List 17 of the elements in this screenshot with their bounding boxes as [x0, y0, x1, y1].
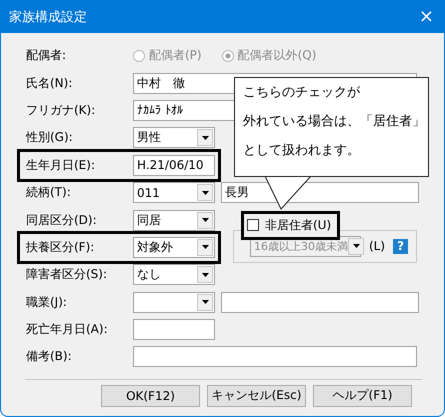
- field-label: 死亡年月日(A):: [26, 321, 109, 338]
- field-label: 配偶者:: [26, 47, 68, 64]
- callout-text: こちらのチェックが: [243, 84, 361, 102]
- callout-text: として扱われます。: [243, 142, 361, 160]
- field-label: 同居区分(D):: [26, 212, 98, 229]
- field-label: 扶養区分(F):: [26, 238, 96, 256]
- callout-text: 外れている場合は、「居住者」: [243, 113, 420, 131]
- field-label: 氏名(N):: [26, 74, 74, 92]
- field-label: フリガナ(K):: [26, 102, 96, 119]
- field-label: 備考(B):: [26, 348, 73, 366]
- window-title: 家族構成設定: [9, 9, 87, 26]
- field-label: 性別(G):: [26, 129, 74, 146]
- shortcut-label: (L): [369, 239, 386, 254]
- field-label: 障害者区分(S):: [26, 266, 108, 284]
- field-label: 職業(J):: [26, 294, 68, 311]
- field-label: 生年月日(E):: [26, 156, 96, 174]
- field-label: 続柄(T):: [26, 184, 72, 202]
